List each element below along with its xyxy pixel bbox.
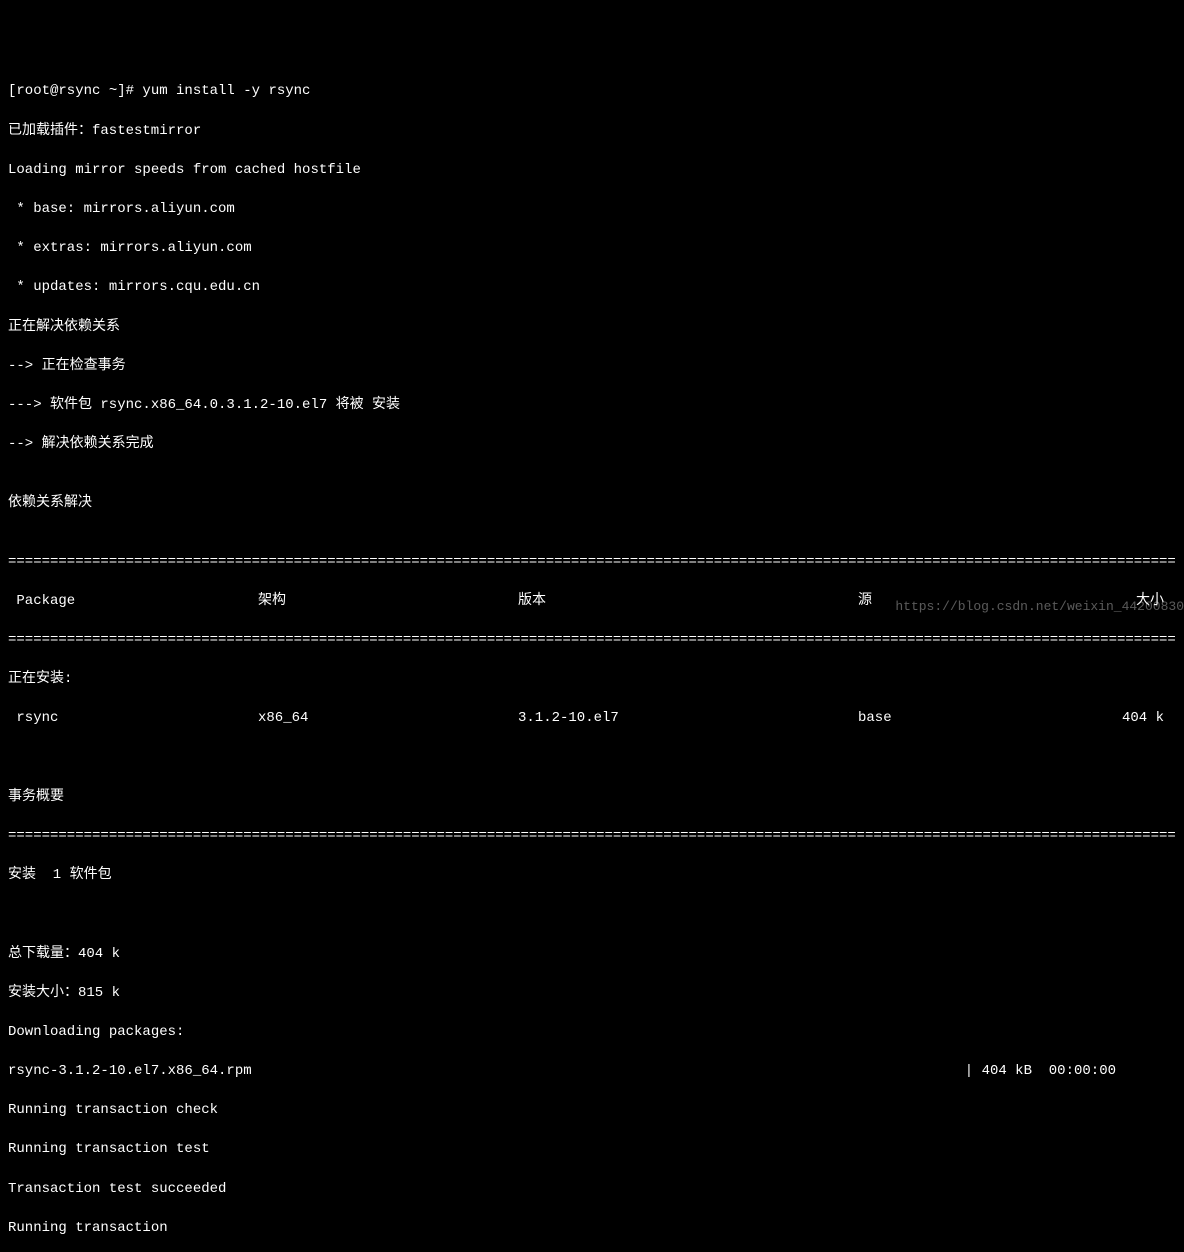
installing-label: 正在安装: (8, 670, 1176, 690)
cell-size: 404 k (1088, 709, 1176, 729)
output-line: 已加载插件：fastestmirror (8, 122, 1176, 142)
header-arch: 架构 (258, 592, 518, 612)
output-line: --> 正在检查事务 (8, 357, 1176, 377)
download-file: rsync-3.1.2-10.el7.x86_64.rpm (8, 1062, 252, 1082)
blank-line (8, 905, 1176, 925)
running-line: Running transaction test (8, 1140, 1176, 1160)
download-progress: | 404 kB 00:00:00 (965, 1062, 1176, 1082)
header-package: Package (8, 592, 258, 612)
running-line: Running transaction (8, 1219, 1176, 1239)
divider: ========================================… (8, 827, 1176, 847)
totals-line: Downloading packages: (8, 1023, 1176, 1043)
cell-version: 3.1.2-10.el7 (518, 709, 858, 729)
running-line: Running transaction check (8, 1101, 1176, 1121)
divider: ========================================… (8, 553, 1176, 573)
divider: ========================================… (8, 631, 1176, 651)
output-line: 正在解决依赖关系 (8, 318, 1176, 338)
install-count: 安装 1 软件包 (8, 866, 1176, 886)
cell-arch: x86_64 (258, 709, 518, 729)
totals-line: 总下载量：404 k (8, 945, 1176, 965)
totals-line: 安装大小：815 k (8, 984, 1176, 1004)
output-line: * base: mirrors.aliyun.com (8, 200, 1176, 220)
cell-package: rsync (8, 709, 258, 729)
watermark: https://blog.csdn.net/weixin_44200830 (895, 598, 1184, 616)
header-version: 版本 (518, 592, 858, 612)
summary-label: 事务概要 (8, 788, 1176, 808)
output-line: * updates: mirrors.cqu.edu.cn (8, 278, 1176, 298)
blank-line (8, 749, 1176, 769)
cell-repo: base (858, 709, 1088, 729)
table-row: rsyncx86_643.1.2-10.el7base404 k (8, 709, 1176, 729)
output-line: ---> 软件包 rsync.x86_64.0.3.1.2-10.el7 将被 … (8, 396, 1176, 416)
output-line: 依赖关系解决 (8, 494, 1176, 514)
running-line: Transaction test succeeded (8, 1180, 1176, 1200)
prompt-line: [root@rsync ~]# yum install -y rsync (8, 82, 1176, 102)
output-line: * extras: mirrors.aliyun.com (8, 239, 1176, 259)
output-line: --> 解决依赖关系完成 (8, 435, 1176, 455)
output-line: Loading mirror speeds from cached hostfi… (8, 161, 1176, 181)
download-row: rsync-3.1.2-10.el7.x86_64.rpm | 404 kB 00… (8, 1062, 1176, 1082)
